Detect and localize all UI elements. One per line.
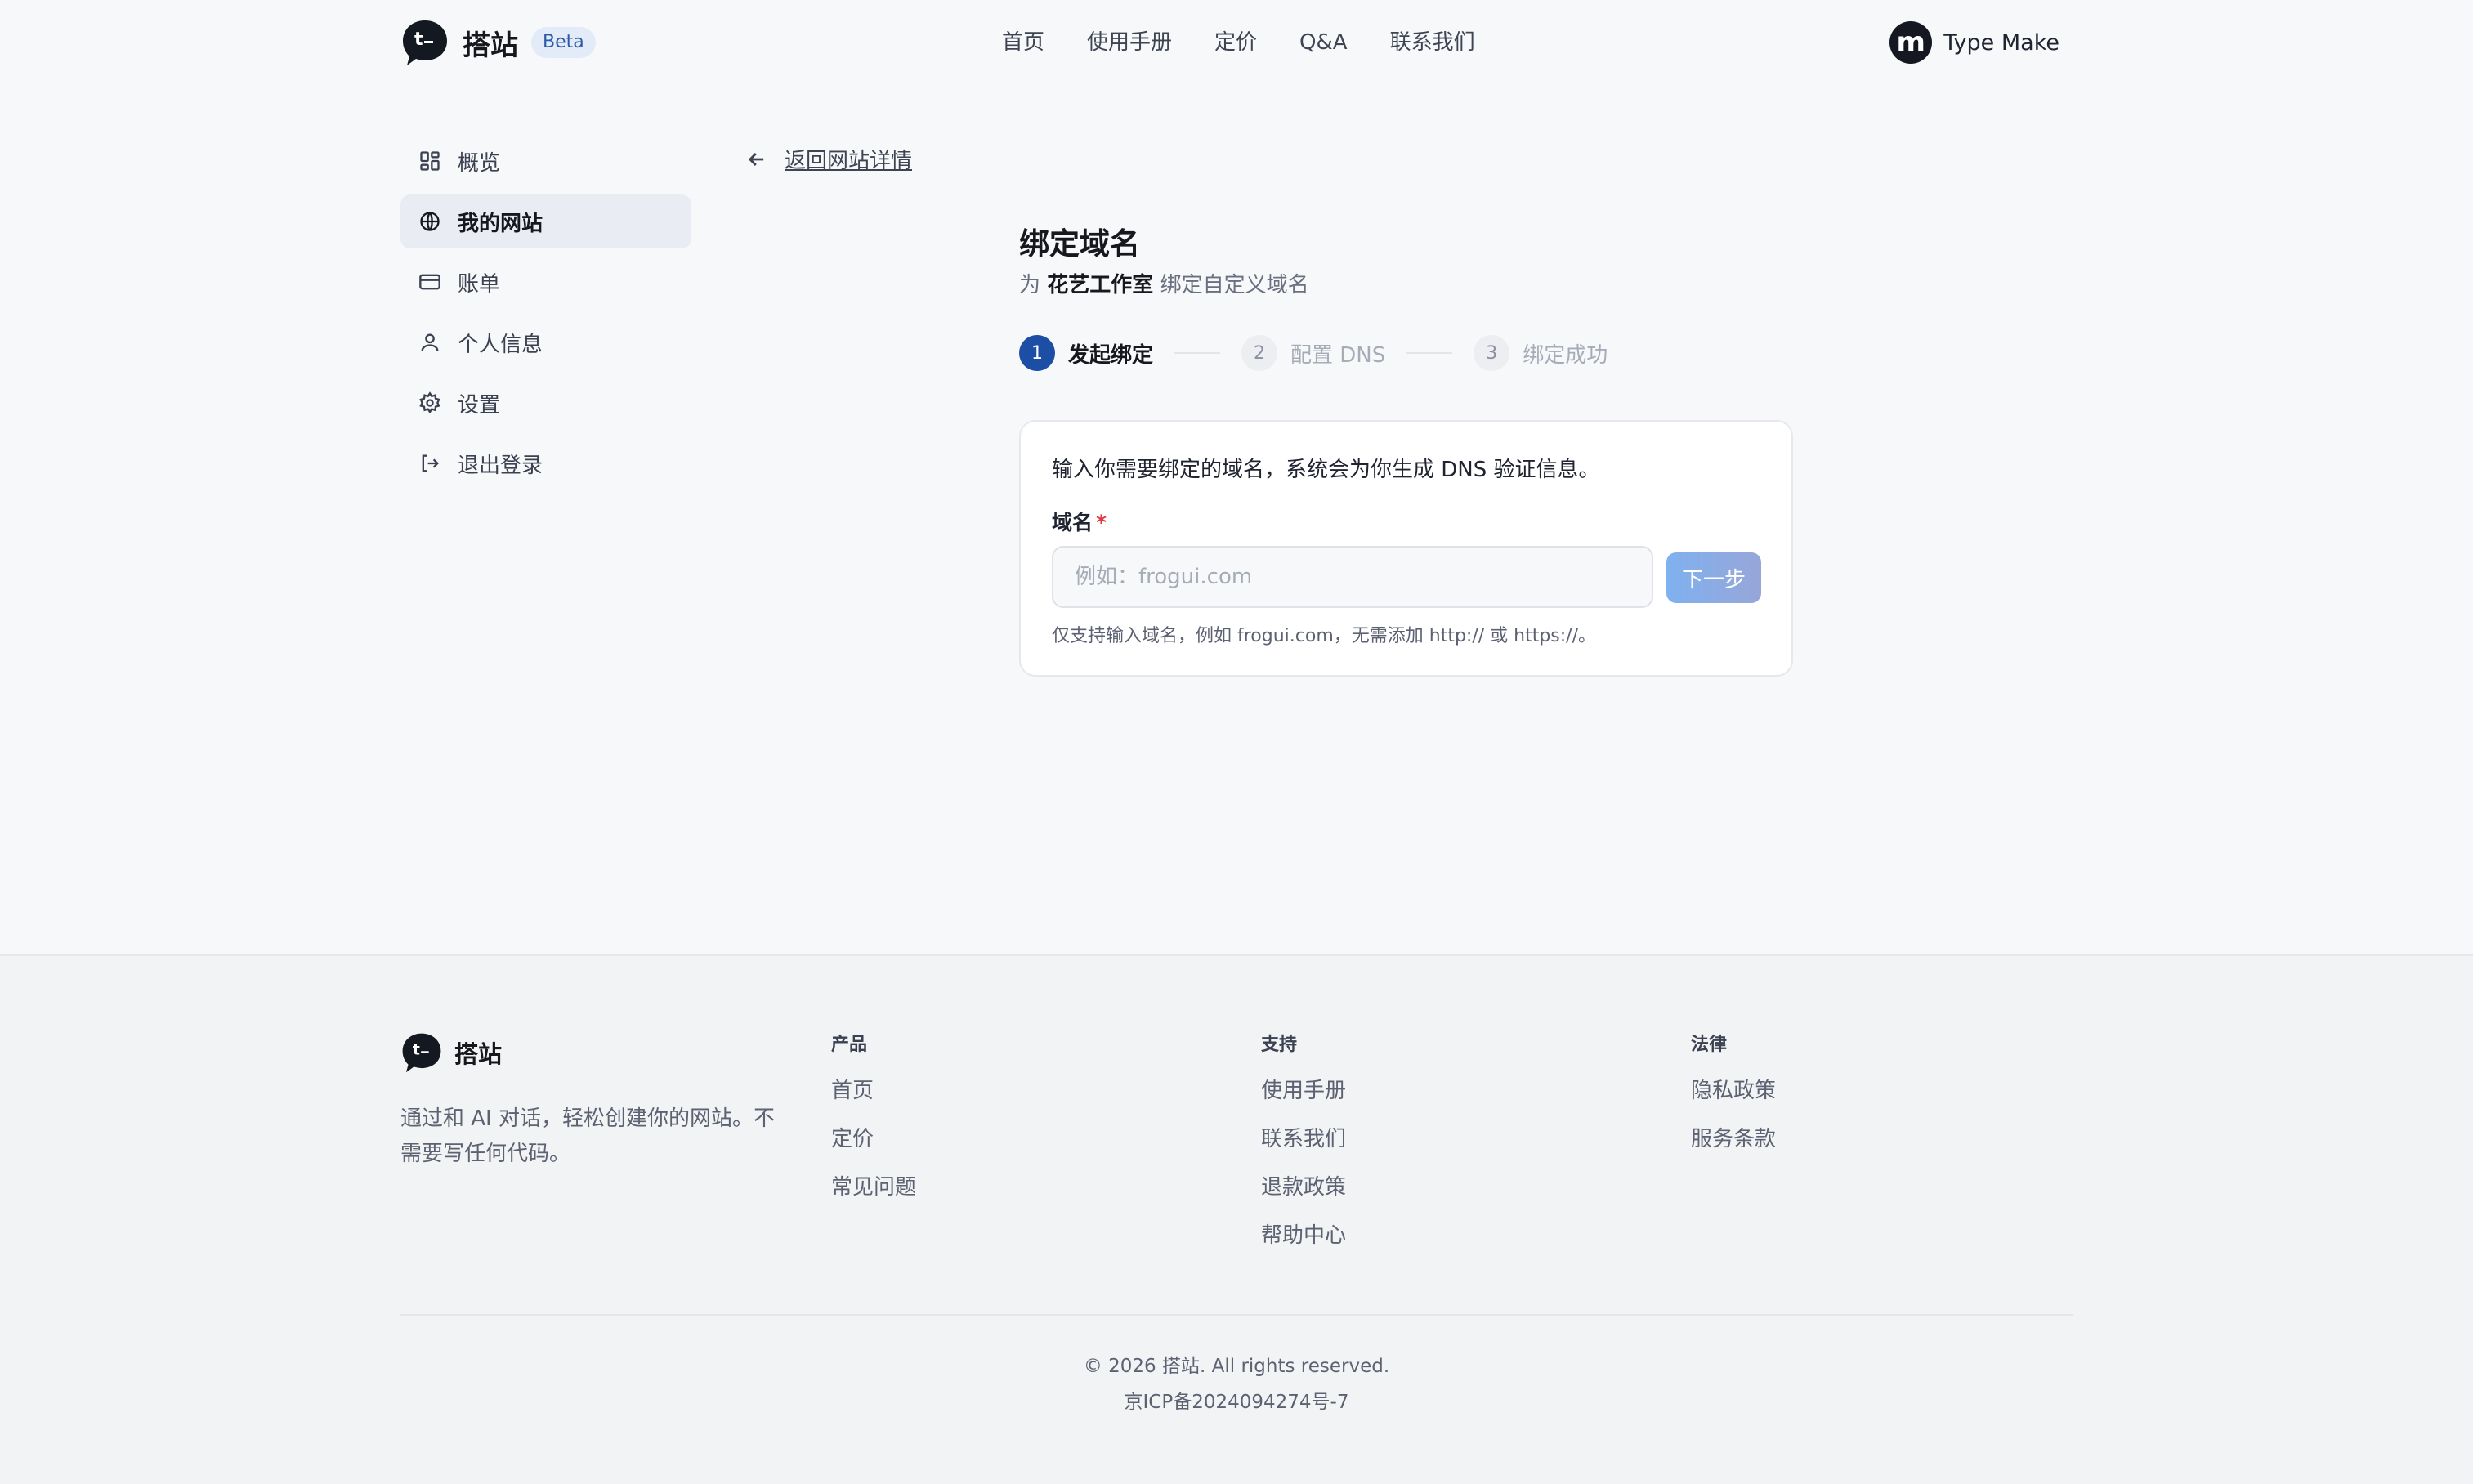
sidebar-item-label: 退出登录 bbox=[458, 453, 543, 478]
domain-input[interactable] bbox=[1052, 546, 1653, 608]
dashboard-icon bbox=[420, 151, 440, 171]
nav-link-pricing[interactable]: 定价 bbox=[1214, 25, 1257, 60]
subtitle-prefix: 为 bbox=[1019, 273, 1041, 297]
sidebar-item-billing[interactable]: 账单 bbox=[400, 255, 691, 309]
step-number: 3 bbox=[1474, 335, 1510, 371]
footer-brand-name: 搭站 bbox=[454, 1040, 503, 1068]
step-configure-dns: 2 配置 DNS bbox=[1241, 335, 1385, 371]
brand[interactable]: t 搭站 Beta bbox=[400, 16, 596, 69]
sidebar-item-settings[interactable]: 设置 bbox=[400, 376, 691, 430]
footer-column-title: 法律 bbox=[1691, 1035, 1728, 1055]
top-header: t 搭站 Beta 首页 使用手册 定价 Q&A 联系我们 m Type Mak… bbox=[0, 0, 2473, 85]
footer-brand[interactable]: t 搭站 bbox=[400, 1031, 502, 1074]
bind-domain-card: 输入你需要绑定的域名，系统会为你生成 DNS 验证信息。 域名* 下一步 仅支持… bbox=[1019, 420, 1793, 677]
footer-link-privacy[interactable]: 隐私政策 bbox=[1691, 1077, 1776, 1105]
footer-column-title: 支持 bbox=[1261, 1035, 1298, 1055]
stepper: 1 发起绑定 2 配置 DNS 3 绑定成功 bbox=[1019, 335, 1608, 371]
nav-link-manual[interactable]: 使用手册 bbox=[1087, 25, 1172, 60]
footer-link-contact[interactable]: 联系我们 bbox=[1261, 1125, 1346, 1153]
avatar: m bbox=[1889, 21, 1933, 64]
step-label: 绑定成功 bbox=[1523, 342, 1608, 368]
footer-link-pricing[interactable]: 定价 bbox=[831, 1125, 916, 1153]
footer-divider bbox=[400, 1314, 2073, 1316]
step-connector bbox=[1406, 352, 1453, 354]
footer-link-refund[interactable]: 退款政策 bbox=[1261, 1173, 1346, 1201]
user-icon bbox=[421, 333, 439, 351]
subtitle-suffix: 绑定自定义域名 bbox=[1160, 273, 1309, 297]
footer-link-faq[interactable]: 常见问题 bbox=[831, 1173, 916, 1201]
step-label: 配置 DNS bbox=[1290, 342, 1386, 368]
footer-column-legal: 法律 隐私政策 服务条款 bbox=[1691, 1030, 1776, 1173]
page-title: 绑定域名 bbox=[1019, 226, 1140, 261]
copyright: © 2026 搭站. All rights reserved. bbox=[1083, 1356, 1390, 1377]
step-success: 3 绑定成功 bbox=[1474, 335, 1608, 371]
globe-icon bbox=[420, 212, 440, 231]
field-label-text: 域名 bbox=[1052, 511, 1093, 534]
sidebar-item-label: 我的网站 bbox=[458, 211, 543, 236]
footer-column-product: 产品 首页 定价 常见问题 bbox=[831, 1030, 916, 1222]
step-number: 1 bbox=[1019, 335, 1055, 371]
sidebar: 概览 我的网站 账单 个人信息 设置 退出登录 bbox=[400, 134, 691, 497]
footer: t 搭站 通过和 AI 对话，轻松创建你的网站。不需要写任何代码。 产品 首页 … bbox=[0, 954, 2473, 1484]
gear-icon bbox=[419, 391, 440, 414]
user-name: Type Make bbox=[1943, 29, 2059, 56]
sidebar-item-overview[interactable]: 概览 bbox=[400, 134, 691, 188]
logo-icon: t bbox=[400, 18, 449, 67]
sidebar-item-label: 账单 bbox=[458, 271, 501, 297]
footer-link-manual[interactable]: 使用手册 bbox=[1261, 1077, 1346, 1105]
footer-column-title: 产品 bbox=[831, 1035, 868, 1055]
brand-name: 搭站 bbox=[463, 29, 518, 62]
icp-license[interactable]: 京ICP备2024094274号-7 bbox=[0, 1386, 2473, 1414]
logo-icon: t bbox=[400, 1031, 443, 1074]
back-to-site-details-link[interactable]: 返回网站详情 bbox=[745, 144, 912, 174]
sidebar-item-label: 概览 bbox=[458, 150, 501, 176]
domain-field-label: 域名 * bbox=[1052, 507, 1107, 536]
nav-link-home[interactable]: 首页 bbox=[1002, 25, 1044, 60]
footer-description: 通过和 AI 对话，轻松创建你的网站。不需要写任何代码。 bbox=[400, 1106, 775, 1166]
nav-link-qa[interactable]: Q&A bbox=[1299, 25, 1348, 60]
footer-column-support: 支持 使用手册 联系我们 退款政策 帮助中心 bbox=[1261, 1030, 1346, 1270]
page-subtitle: 为 花艺工作室 绑定自定义域名 bbox=[1019, 268, 1309, 298]
sidebar-item-my-sites[interactable]: 我的网站 bbox=[400, 194, 691, 248]
top-nav: 首页 使用手册 定价 Q&A 联系我们 bbox=[1002, 25, 1475, 60]
step-initiate: 1 发起绑定 bbox=[1019, 335, 1153, 371]
step-number: 2 bbox=[1241, 335, 1278, 371]
footer-link-help-center[interactable]: 帮助中心 bbox=[1261, 1222, 1346, 1249]
beta-badge: Beta bbox=[531, 27, 596, 58]
svg-text:t: t bbox=[414, 29, 423, 50]
footer-link-terms[interactable]: 服务条款 bbox=[1691, 1125, 1776, 1153]
arrow-left-icon bbox=[748, 152, 764, 166]
sidebar-item-label: 设置 bbox=[458, 392, 501, 418]
footer-link-home[interactable]: 首页 bbox=[831, 1077, 916, 1105]
sidebar-item-profile[interactable]: 个人信息 bbox=[400, 315, 691, 369]
svg-text:t: t bbox=[413, 1041, 420, 1059]
user-menu[interactable]: m Type Make bbox=[1889, 20, 2059, 65]
step-connector bbox=[1174, 352, 1221, 354]
required-mark: * bbox=[1096, 511, 1107, 534]
nav-link-contact[interactable]: 联系我们 bbox=[1390, 25, 1475, 60]
logout-icon bbox=[422, 454, 439, 472]
step-label: 发起绑定 bbox=[1068, 342, 1154, 368]
card-intro: 输入你需要绑定的域名，系统会为你生成 DNS 验证信息。 bbox=[1052, 458, 1600, 482]
back-link-label: 返回网站详情 bbox=[785, 149, 913, 173]
domain-hint: 仅支持输入域名，例如 frogui.com，无需添加 http:// 或 htt… bbox=[1052, 626, 1596, 646]
sidebar-item-logout[interactable]: 退出登录 bbox=[400, 436, 691, 490]
credit-card-icon bbox=[419, 274, 440, 290]
site-name: 花艺工作室 bbox=[1047, 273, 1154, 297]
sidebar-item-label: 个人信息 bbox=[458, 332, 543, 357]
next-step-button[interactable]: 下一步 bbox=[1666, 552, 1761, 603]
